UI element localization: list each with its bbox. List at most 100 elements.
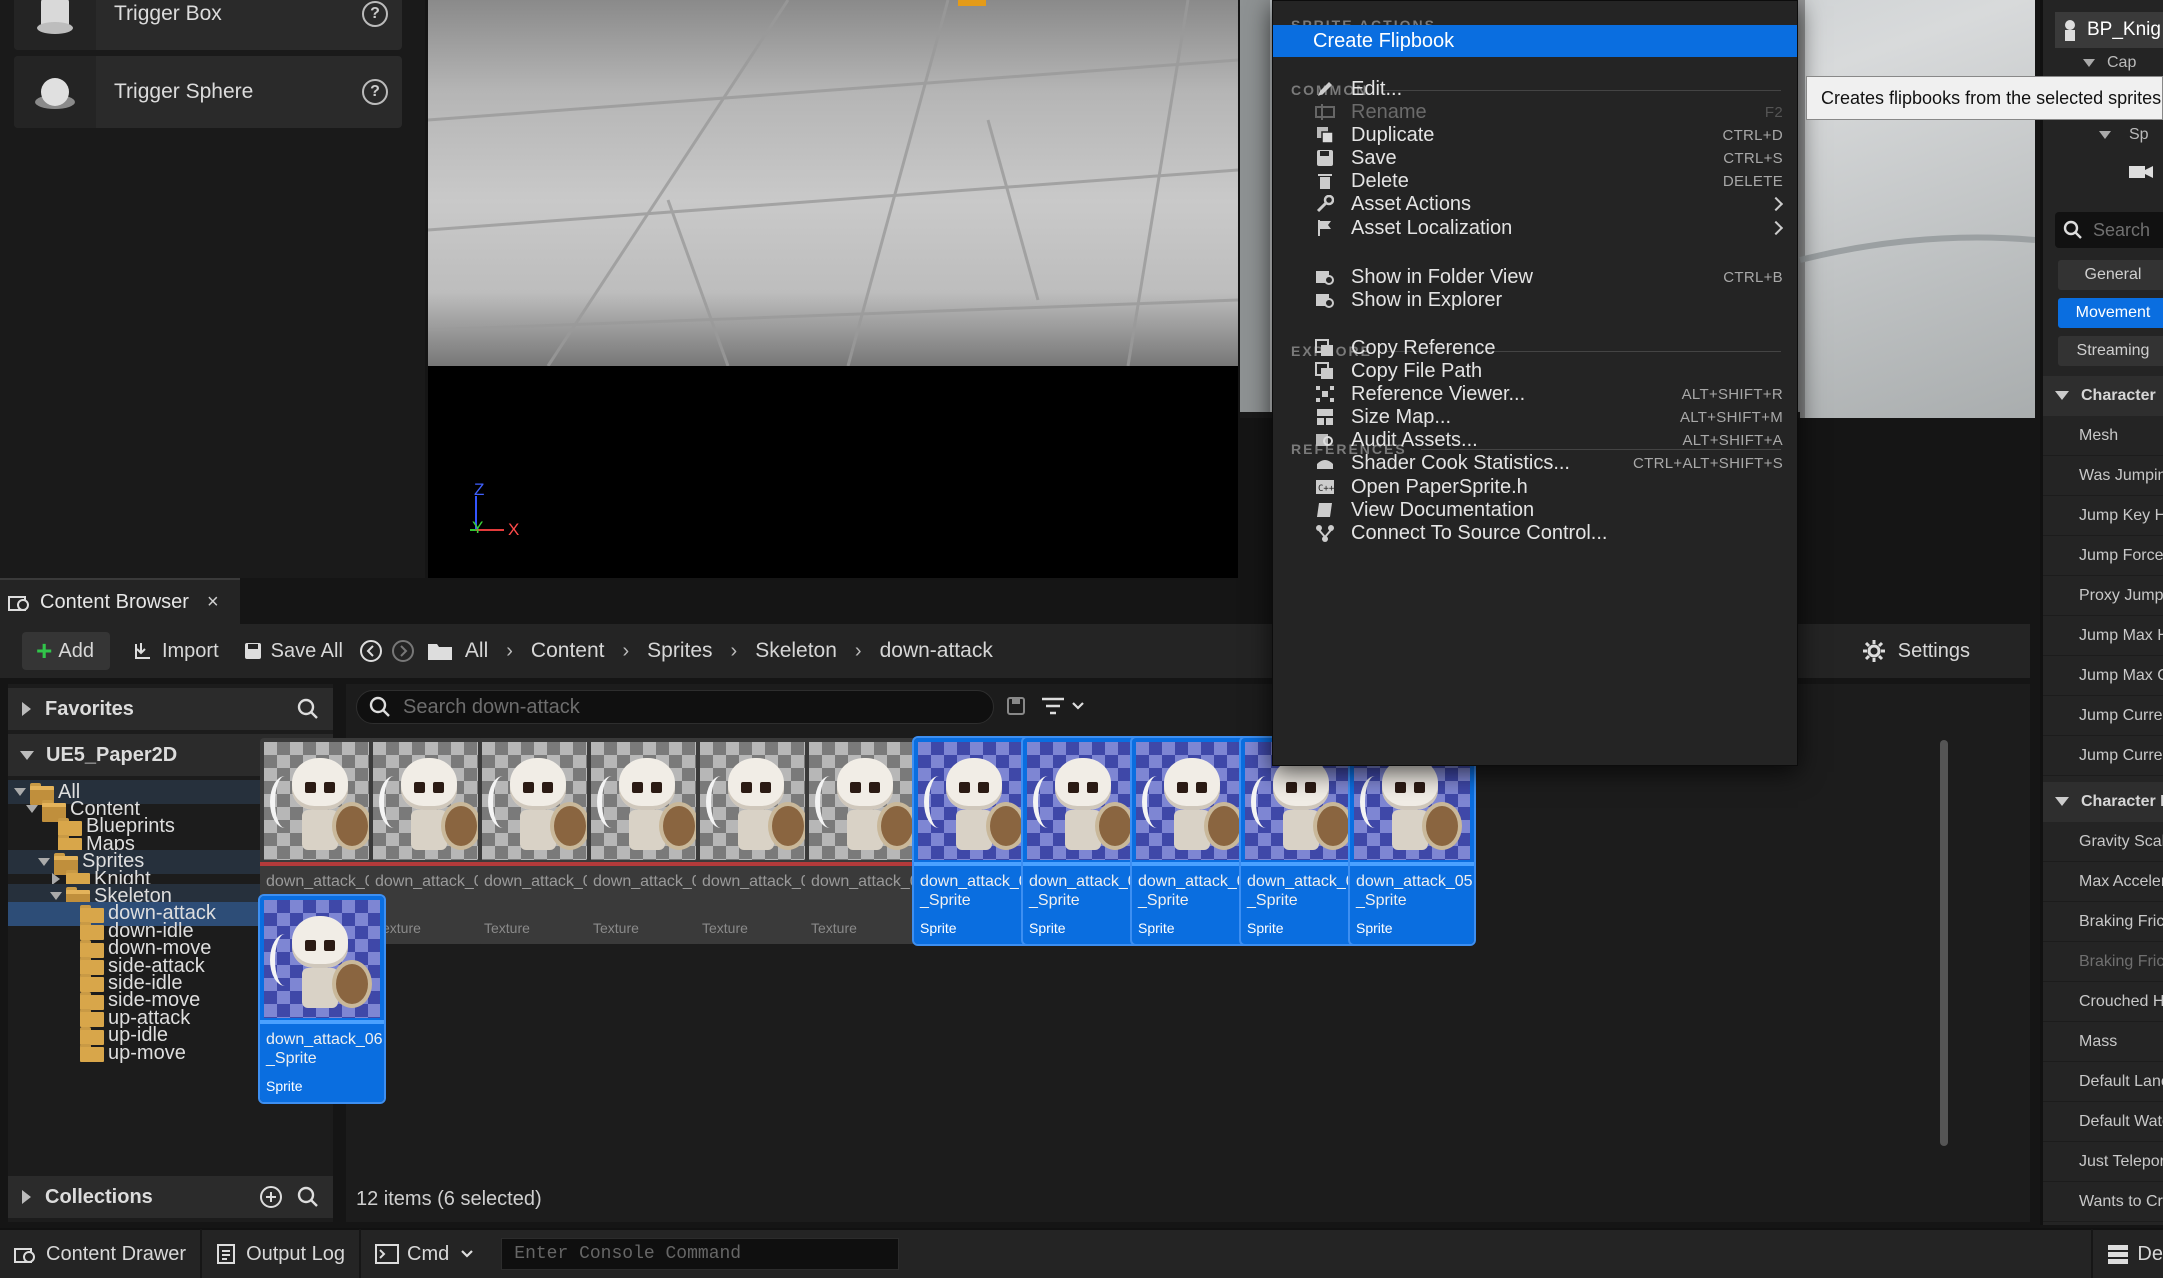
console-command-input[interactable] (501, 1238, 900, 1270)
texture-asset-tile[interactable]: down_attack_03 Texture (478, 738, 602, 944)
property-row[interactable]: Mesh (2043, 416, 2163, 456)
place-item-trigger-sphere[interactable]: Trigger Sphere ? (14, 56, 402, 128)
settings-button[interactable]: Settings (1850, 632, 1982, 670)
asset-context-menu: SPRITE ACTIONS COMMON EXPLORE REFERENCES… (1272, 0, 1798, 766)
save-all-button[interactable]: Save All (231, 632, 355, 670)
property-row[interactable]: Wants to Cro (2043, 1182, 2163, 1222)
save-icon (244, 643, 261, 659)
derived-data-label: De (2137, 1242, 2163, 1265)
category-character[interactable]: Character (2043, 376, 2163, 416)
breadcrumb-item[interactable]: Content (531, 639, 605, 663)
tab-general[interactable]: General (2058, 260, 2163, 290)
property-row[interactable]: Proxy Jump (2043, 576, 2163, 616)
help-icon[interactable]: ? (362, 1, 388, 27)
asset-search-box[interactable] (356, 690, 994, 724)
details-actor-row[interactable]: BP_Knig (2055, 12, 2163, 48)
chevron-down-icon[interactable] (38, 857, 50, 866)
trigger-box-icon (14, 0, 96, 50)
show-in-explorer-item[interactable]: Show in Explorer (1273, 284, 1797, 316)
add-button[interactable]: + Add (22, 632, 110, 670)
sprite-asset-tile[interactable]: down_attack_06 _Sprite Sprite (258, 894, 386, 1104)
tree-item-label: up-move (108, 1041, 186, 1064)
breadcrumb-separator-icon[interactable]: › (506, 640, 513, 663)
save-search-icon[interactable] (1006, 696, 1026, 716)
output-log-button[interactable]: Output Log (202, 1229, 362, 1278)
asset-name: down_attack_05 _Sprite (1356, 873, 1473, 909)
breadcrumb-item[interactable]: Sprites (647, 639, 712, 663)
asset-scrollbar[interactable] (1940, 740, 1948, 1146)
component-sprite[interactable]: Sp (2099, 126, 2149, 144)
breadcrumb-separator-icon[interactable]: › (731, 640, 738, 663)
property-row[interactable]: Jump Max H (2043, 616, 2163, 656)
tab-streaming[interactable]: Streaming (2058, 336, 2163, 366)
property-row[interactable]: Braking Fric (2043, 902, 2163, 942)
tab-movement[interactable]: Movement (2058, 298, 2163, 328)
content-drawer-button[interactable]: Content Drawer (0, 1229, 203, 1278)
chevron-down-icon[interactable] (14, 788, 26, 796)
chevron-right-icon[interactable] (52, 873, 60, 885)
texture-asset-tile[interactable]: down_attack_02 Texture (369, 738, 493, 944)
property-row[interactable]: Gravity Scal (2043, 822, 2163, 862)
import-button[interactable]: Import (120, 632, 231, 670)
create-flipbook-item[interactable]: Create Flipbook (1273, 25, 1797, 57)
property-row[interactable]: Default Wate (2043, 1102, 2163, 1142)
breadcrumb-separator-icon[interactable]: › (855, 640, 862, 663)
breadcrumb-item[interactable]: down-attack (880, 639, 993, 663)
search-icon[interactable] (297, 698, 319, 720)
texture-asset-tile[interactable]: down_attack_06 Texture (805, 738, 929, 944)
property-row[interactable]: Jump Curre (2043, 736, 2163, 776)
search-icon[interactable] (297, 1186, 319, 1208)
category-character-movement[interactable]: Character M (2043, 782, 2163, 822)
chevron-down-icon[interactable] (26, 805, 38, 814)
chevron-down-icon[interactable] (50, 892, 62, 901)
place-actors-panel: Trigger Box ? Trigger Sphere ? (0, 0, 425, 578)
breadcrumb-separator-icon[interactable]: › (622, 640, 629, 663)
property-row[interactable]: Crouched Ha (2043, 982, 2163, 1022)
history-back-button[interactable] (355, 632, 387, 670)
filter-button[interactable] (1040, 696, 1086, 716)
sprite-asset-tile[interactable]: down_attack_01 _Sprite Sprite (912, 736, 1040, 946)
property-row[interactable]: Jump Force (2043, 536, 2163, 576)
asset-search-input[interactable] (403, 695, 963, 719)
cmd-selector[interactable]: Cmd (361, 1229, 489, 1278)
property-row[interactable]: Braking Fric (2043, 942, 2163, 982)
property-row[interactable]: Mass (2043, 1022, 2163, 1062)
details-search-input[interactable]: Search (2055, 212, 2163, 248)
asset-localization-item[interactable]: Asset Localization (1273, 212, 1797, 244)
breadcrumb-item[interactable]: All (465, 639, 488, 663)
level-viewport[interactable]: Z Y X (428, 0, 1238, 578)
history-forward-button[interactable] (387, 632, 419, 670)
connect-to-source-control-item[interactable]: Connect To Source Control... (1273, 517, 1797, 549)
texture-asset-tile[interactable]: down_attack_04 Texture (587, 738, 711, 944)
breadcrumb-item[interactable]: Skeleton (755, 639, 837, 663)
axis-gizmo: Z Y X (470, 480, 520, 539)
property-row[interactable]: Jump Max C (2043, 656, 2163, 696)
property-row[interactable]: Just Telepor (2043, 1142, 2163, 1182)
place-item-trigger-box[interactable]: Trigger Box ? (14, 0, 402, 50)
favorites-label: Favorites (45, 697, 134, 720)
sprite-asset-tile[interactable]: down_attack_02 _Sprite Sprite (1021, 736, 1149, 946)
favorites-header[interactable]: Favorites (8, 688, 333, 730)
derived-data-button[interactable]: De (2091, 1229, 2163, 1278)
add-circle-icon[interactable] (259, 1185, 283, 1209)
property-row[interactable]: Jump Key H (2043, 496, 2163, 536)
sprite-asset-tile[interactable]: down_attack_04 _Sprite Sprite (1239, 736, 1367, 946)
property-row[interactable]: Max Acceler (2043, 862, 2163, 902)
help-icon[interactable]: ? (362, 79, 388, 105)
tab-content-browser[interactable]: Content Browser × (0, 578, 240, 624)
collections-header[interactable]: Collections (8, 1176, 333, 1218)
component-capsule[interactable]: Cap (2083, 54, 2136, 72)
asset-type-label: Sprite (266, 1078, 303, 1094)
property-row[interactable]: Was Jumpin (2043, 456, 2163, 496)
terminal-icon (375, 1244, 400, 1264)
settings-label: Settings (1897, 639, 1970, 662)
close-icon[interactable]: × (207, 591, 219, 614)
sprite-asset-tile[interactable]: down_attack_03 _Sprite Sprite (1130, 736, 1258, 946)
property-row[interactable]: Jump Curre (2043, 696, 2163, 736)
component-capsule-label: Cap (2107, 54, 2137, 71)
property-row[interactable]: Default Lanc (2043, 1062, 2163, 1102)
menu-item-shortcut: ALT+SHIFT+M (1679, 408, 1783, 426)
chevron-down-icon (2055, 797, 2069, 807)
texture-asset-tile[interactable]: down_attack_05 Texture (696, 738, 820, 944)
sprite-asset-tile[interactable]: down_attack_05 _Sprite Sprite (1348, 736, 1476, 946)
